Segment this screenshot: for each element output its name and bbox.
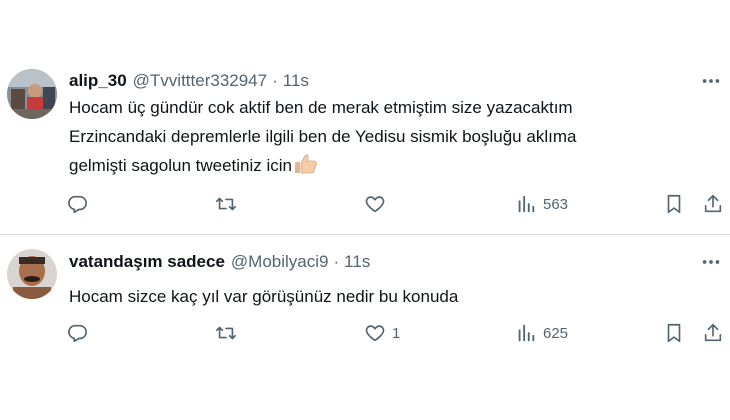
display-name[interactable]: alip_30 — [69, 71, 127, 91]
like-button[interactable] — [364, 189, 392, 219]
heart-icon — [365, 196, 385, 213]
tweet-actions: 1 625 — [0, 318, 730, 348]
user-handle[interactable]: @Tvvittter332947 — [133, 71, 267, 91]
share-icon — [704, 194, 722, 213]
tweet-header: vatandaşım sadece @Mobilyaci9 · 11s — [69, 252, 370, 272]
bookmark-icon — [667, 323, 681, 343]
tweet-text: Hocam sizce kaç yıl var görüşünüz nedir … — [69, 282, 709, 311]
thumbs-up-icon — [294, 154, 318, 174]
views-icon — [518, 324, 535, 342]
reply-button[interactable] — [66, 189, 94, 219]
retweet-icon — [216, 197, 236, 211]
reply-icon — [68, 195, 87, 214]
views-button[interactable]: 563 — [515, 189, 568, 219]
separator-dot: · — [272, 71, 278, 90]
bookmark-button[interactable] — [663, 189, 685, 219]
retweet-icon — [216, 326, 236, 340]
retweet-button[interactable] — [215, 318, 243, 348]
tweet-text-line: Erzincandaki depremlerle ilgili ben de Y… — [69, 127, 577, 146]
view-count: 625 — [543, 324, 569, 342]
heart-icon — [365, 325, 385, 342]
reply-button[interactable] — [66, 318, 94, 348]
tweet-text: Hocam üç gündür cok aktif ben de merak e… — [69, 93, 709, 180]
avatar[interactable] — [7, 249, 57, 299]
reply-icon — [68, 324, 87, 343]
user-handle[interactable]: @Mobilyaci9 — [231, 252, 329, 272]
tweet-text-line: Hocam üç gündür cok aktif ben de merak e… — [69, 98, 573, 117]
view-count: 563 — [543, 195, 569, 213]
share-button[interactable] — [702, 189, 724, 219]
tweet-2[interactable]: vatandaşım sadece @Mobilyaci9 · 11s Hoca… — [0, 235, 730, 420]
tweet-header: alip_30 @Tvvittter332947 · 11s — [69, 71, 309, 91]
bookmark-button[interactable] — [663, 318, 685, 348]
tweet-text-line: gelmişti sagolun tweetiniz icin — [69, 156, 292, 175]
more-icon[interactable] — [700, 70, 722, 92]
share-button[interactable] — [702, 318, 724, 348]
like-count: 1 — [392, 324, 401, 342]
retweet-button[interactable] — [215, 189, 243, 219]
avatar[interactable] — [7, 69, 57, 119]
tweet-1[interactable]: alip_30 @Tvvittter332947 · 11s Hocam üç … — [0, 0, 730, 234]
timestamp[interactable]: 11s — [344, 252, 370, 272]
share-icon — [704, 323, 722, 342]
tweet-actions: 563 — [0, 189, 730, 219]
views-button[interactable]: 625 — [515, 318, 568, 348]
views-icon — [518, 195, 535, 213]
bookmark-icon — [667, 194, 681, 214]
tweet-text-line-last: gelmişti sagolun tweetiniz icin — [69, 151, 709, 180]
separator-dot: · — [333, 252, 340, 271]
more-icon[interactable] — [700, 251, 722, 273]
display-name[interactable]: vatandaşım sadece — [69, 252, 225, 272]
tweet-text-line: Hocam sizce kaç yıl var görüşünüz nedir … — [69, 287, 459, 306]
like-button[interactable]: 1 — [364, 318, 400, 348]
timestamp[interactable]: 11s — [283, 71, 309, 91]
